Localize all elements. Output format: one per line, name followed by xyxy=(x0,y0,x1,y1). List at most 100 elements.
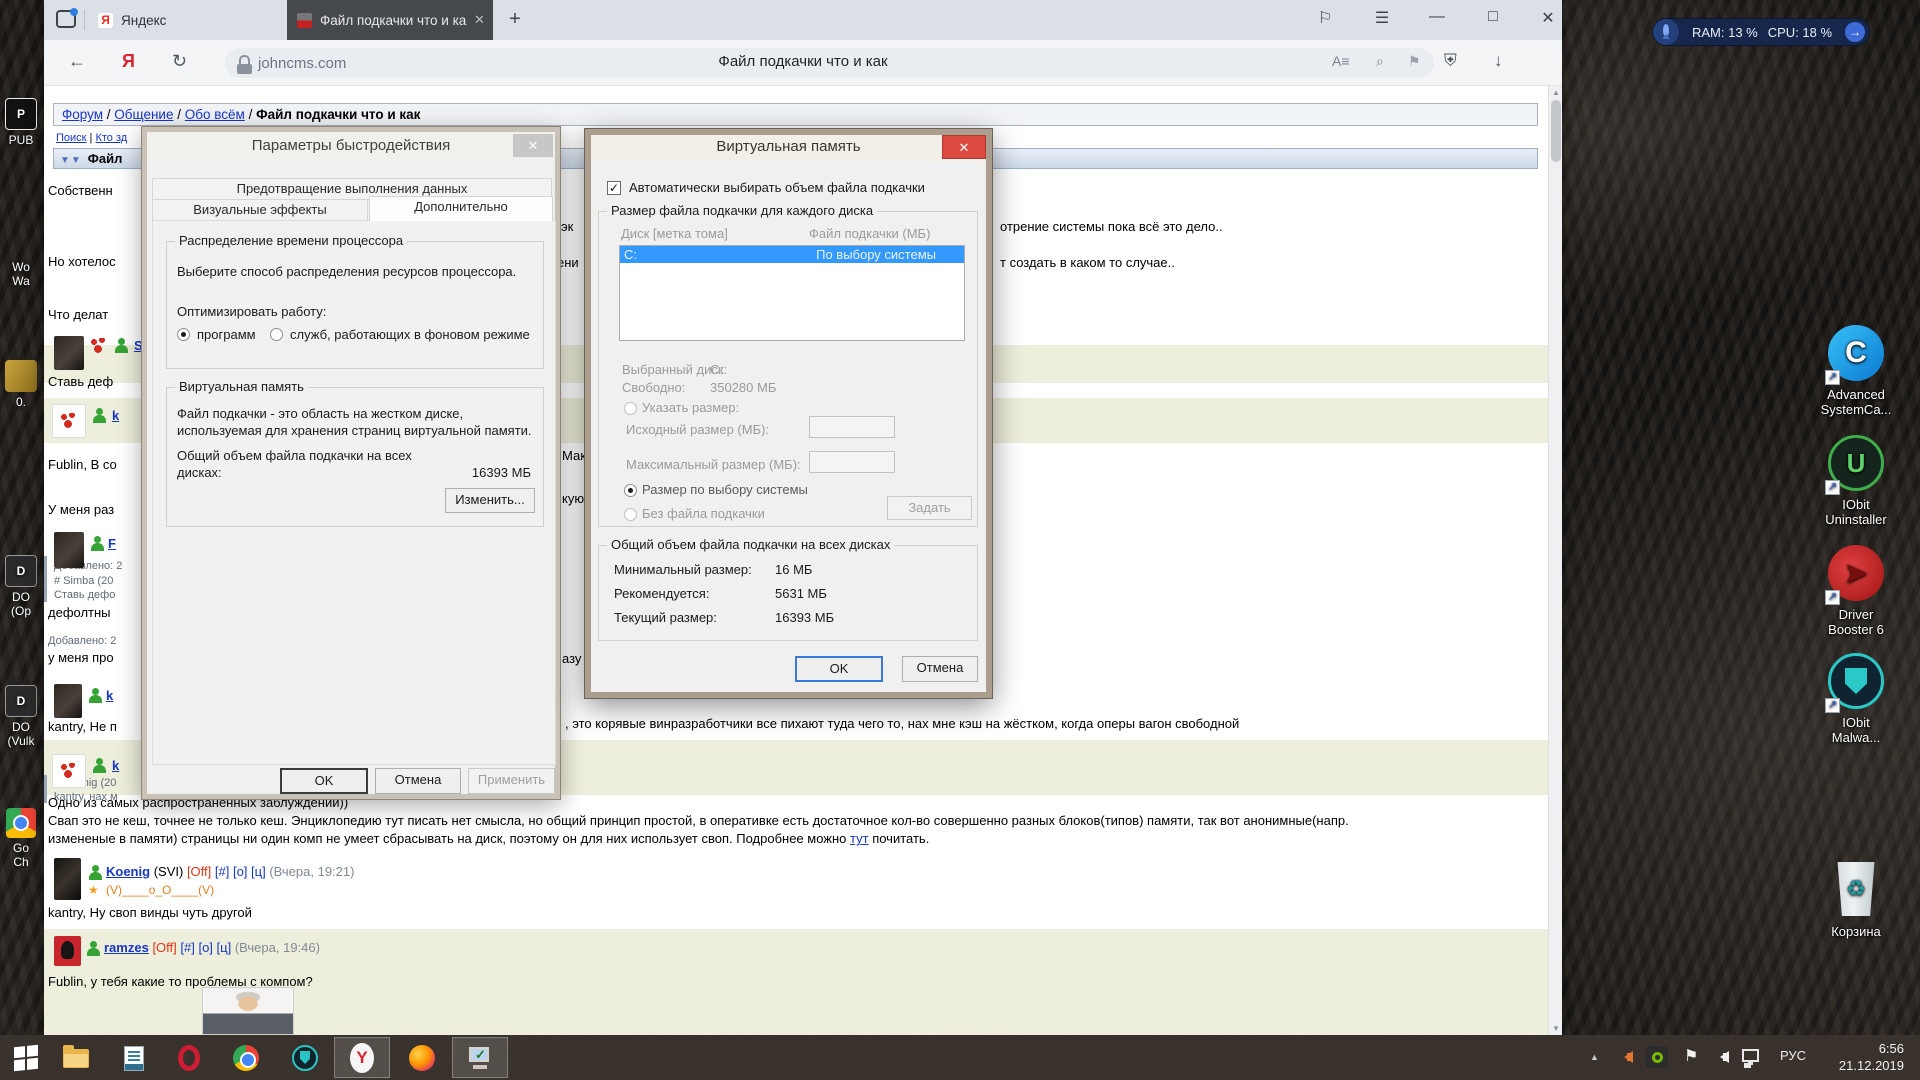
set-button[interactable]: Задать xyxy=(887,496,972,520)
desktop-icon-doom-opengl[interactable]: D DO (Op xyxy=(0,555,42,618)
bookmark-icon[interactable]: ⚑ xyxy=(1408,53,1421,70)
protect-extension-icon[interactable]: ⛨ xyxy=(1444,51,1457,71)
desktop-icon-doom-vulkan[interactable]: D DO (Vulk xyxy=(0,685,42,748)
taskbar-opera[interactable] xyxy=(173,1042,205,1074)
post-action-links[interactable]: [#] [о] [ц] xyxy=(180,940,231,955)
radio-custom-size[interactable] xyxy=(624,402,637,415)
desktop-icon-iobit-malware-fighter[interactable]: IObit Malwa... xyxy=(1808,653,1904,745)
tab-panel-icon[interactable] xyxy=(56,10,76,28)
taskbar-malware-fighter[interactable] xyxy=(289,1042,321,1074)
doom-icon: D xyxy=(5,685,37,717)
new-tab-button[interactable]: + xyxy=(502,7,528,33)
user-status-icon xyxy=(92,758,106,774)
bookmarks-panel-icon[interactable]: ⚐ xyxy=(1310,8,1340,28)
close-icon[interactable]: ✕ xyxy=(942,135,986,159)
tab-yandex[interactable]: Я Яндекс xyxy=(88,0,284,40)
taskbar-firefox[interactable] xyxy=(406,1042,438,1074)
breadcrumb-link[interactable]: Форум xyxy=(62,107,103,122)
username-link[interactable]: Koenig xyxy=(106,864,150,879)
external-link[interactable]: тут xyxy=(850,831,869,846)
user-status-icon xyxy=(114,338,128,354)
username-link[interactable]: k xyxy=(112,408,119,423)
desktop-icon-google-chrome[interactable]: Go Ch xyxy=(0,808,42,869)
avatar[interactable] xyxy=(54,684,82,718)
system-monitor-widget[interactable]: RAM: 13 % CPU: 18 % → xyxy=(1652,18,1870,46)
desktop-icon-gold[interactable]: 0. xyxy=(0,360,42,409)
tab-active-pagefile[interactable]: Файл подкачки что и ка ✕ xyxy=(287,0,493,40)
ram-usage: RAM: 13 % xyxy=(1692,25,1758,40)
taskbar-chrome[interactable] xyxy=(230,1042,262,1074)
auto-manage-checkbox[interactable] xyxy=(607,181,621,195)
close-tab-icon[interactable]: ✕ xyxy=(474,12,485,28)
post-action-links[interactable]: [#] [о] [ц] xyxy=(215,864,266,879)
ok-button[interactable]: OK xyxy=(795,656,883,682)
shortcut-arrow-icon xyxy=(1825,590,1840,605)
who-is-here-link[interactable]: Кто зд xyxy=(95,132,127,144)
desktop-icon-warships[interactable]: Wo Wa xyxy=(0,225,42,288)
start-button[interactable] xyxy=(10,1042,42,1074)
avatar[interactable] xyxy=(52,754,86,788)
tray-expand-icon[interactable]: ▲ xyxy=(1590,1052,1599,1080)
offline-badge: [Off] xyxy=(152,940,176,955)
radio-programs[interactable] xyxy=(177,328,190,341)
shortcut-arrow-icon xyxy=(1825,480,1840,495)
max-size-input[interactable] xyxy=(809,451,895,473)
cancel-button[interactable]: Отмена xyxy=(902,656,978,682)
taskbar-file-explorer[interactable] xyxy=(60,1042,92,1074)
desktop-icon-pubg[interactable]: P PUB xyxy=(0,98,42,147)
taskbar-yandex-browser[interactable]: Y xyxy=(346,1042,378,1074)
menu-icon[interactable]: ☰ xyxy=(1367,8,1397,28)
minimize-button[interactable]: — xyxy=(1422,8,1452,26)
desktop-icon-recycle-bin[interactable]: ♻ Корзина xyxy=(1808,862,1904,939)
downloads-icon[interactable]: ↓ xyxy=(1494,51,1503,71)
min-size-value: 16 МБ xyxy=(775,562,812,577)
desktop-icon-iobit-uninstaller[interactable]: U IObit Uninstaller xyxy=(1808,435,1904,527)
avatar[interactable] xyxy=(54,936,81,966)
breadcrumb-current: Файл подкачки что и как xyxy=(256,107,420,122)
scroll-down-icon[interactable]: ▼ xyxy=(1549,1024,1562,1033)
change-button[interactable]: Изменить... xyxy=(445,488,535,513)
gold-icon xyxy=(5,360,37,392)
avatar[interactable] xyxy=(52,404,86,438)
radio-system-managed[interactable] xyxy=(624,484,637,497)
cancel-button[interactable]: Отмена xyxy=(375,768,461,794)
radio-no-pagefile[interactable] xyxy=(624,508,637,521)
initial-size-input[interactable] xyxy=(809,416,895,438)
volume2-icon[interactable] xyxy=(1618,1051,1633,1080)
breadcrumb-link[interactable]: Общение xyxy=(114,107,173,122)
desktop-icon-driver-booster[interactable]: ➤ Driver Booster 6 xyxy=(1808,545,1904,637)
search-link[interactable]: Поиск xyxy=(56,132,86,144)
close-icon[interactable]: ✕ xyxy=(513,134,553,157)
speaker-icon[interactable] xyxy=(1714,1051,1729,1080)
username-link[interactable]: k xyxy=(106,688,113,703)
taskbar-smart-defrag[interactable] xyxy=(118,1042,150,1074)
drives-listbox[interactable]: C: По выбору системы xyxy=(619,245,965,341)
drive-row-selected[interactable]: C: По выбору системы xyxy=(620,246,964,263)
radio-background-services[interactable] xyxy=(270,328,283,341)
language-indicator[interactable]: РУС xyxy=(1780,1048,1806,1080)
maximize-button[interactable]: □ xyxy=(1478,8,1508,26)
apply-button[interactable]: Применить xyxy=(468,768,555,794)
scroll-up-icon[interactable]: ▲ xyxy=(1549,88,1562,97)
username-link[interactable]: ramzes xyxy=(104,940,149,955)
taskbar-system-properties[interactable]: ✓ xyxy=(464,1042,496,1074)
close-button[interactable]: ✕ xyxy=(1533,8,1563,28)
zoom-search-icon[interactable]: ⌕ xyxy=(1376,53,1384,70)
boost-arrow-icon[interactable]: → xyxy=(1845,22,1865,42)
avatar[interactable] xyxy=(54,532,84,568)
nvidia-tray-icon[interactable] xyxy=(1646,1046,1668,1080)
breadcrumb-link[interactable]: Обо всём xyxy=(185,107,245,122)
tab-visual-effects[interactable]: Визуальные эффекты xyxy=(152,199,368,221)
network-icon[interactable] xyxy=(1742,1049,1759,1080)
ok-button[interactable]: OK xyxy=(280,768,368,794)
desktop-icon-advanced-systemcare[interactable]: C Advanced SystemCa... xyxy=(1808,325,1904,417)
username-link[interactable]: F xyxy=(108,536,116,551)
avatar[interactable] xyxy=(54,858,81,900)
reader-mode-icon[interactable]: A≡ xyxy=(1332,53,1350,69)
clock[interactable]: 6:56 21.12.2019 xyxy=(1839,1040,1904,1074)
username-link[interactable]: k xyxy=(112,758,119,773)
scrollbar-thumb[interactable] xyxy=(1551,100,1561,162)
tab-advanced[interactable]: Дополнительно xyxy=(369,196,553,221)
scrollbar[interactable]: ▲ ▼ xyxy=(1548,86,1562,1035)
avatar[interactable] xyxy=(54,336,84,370)
